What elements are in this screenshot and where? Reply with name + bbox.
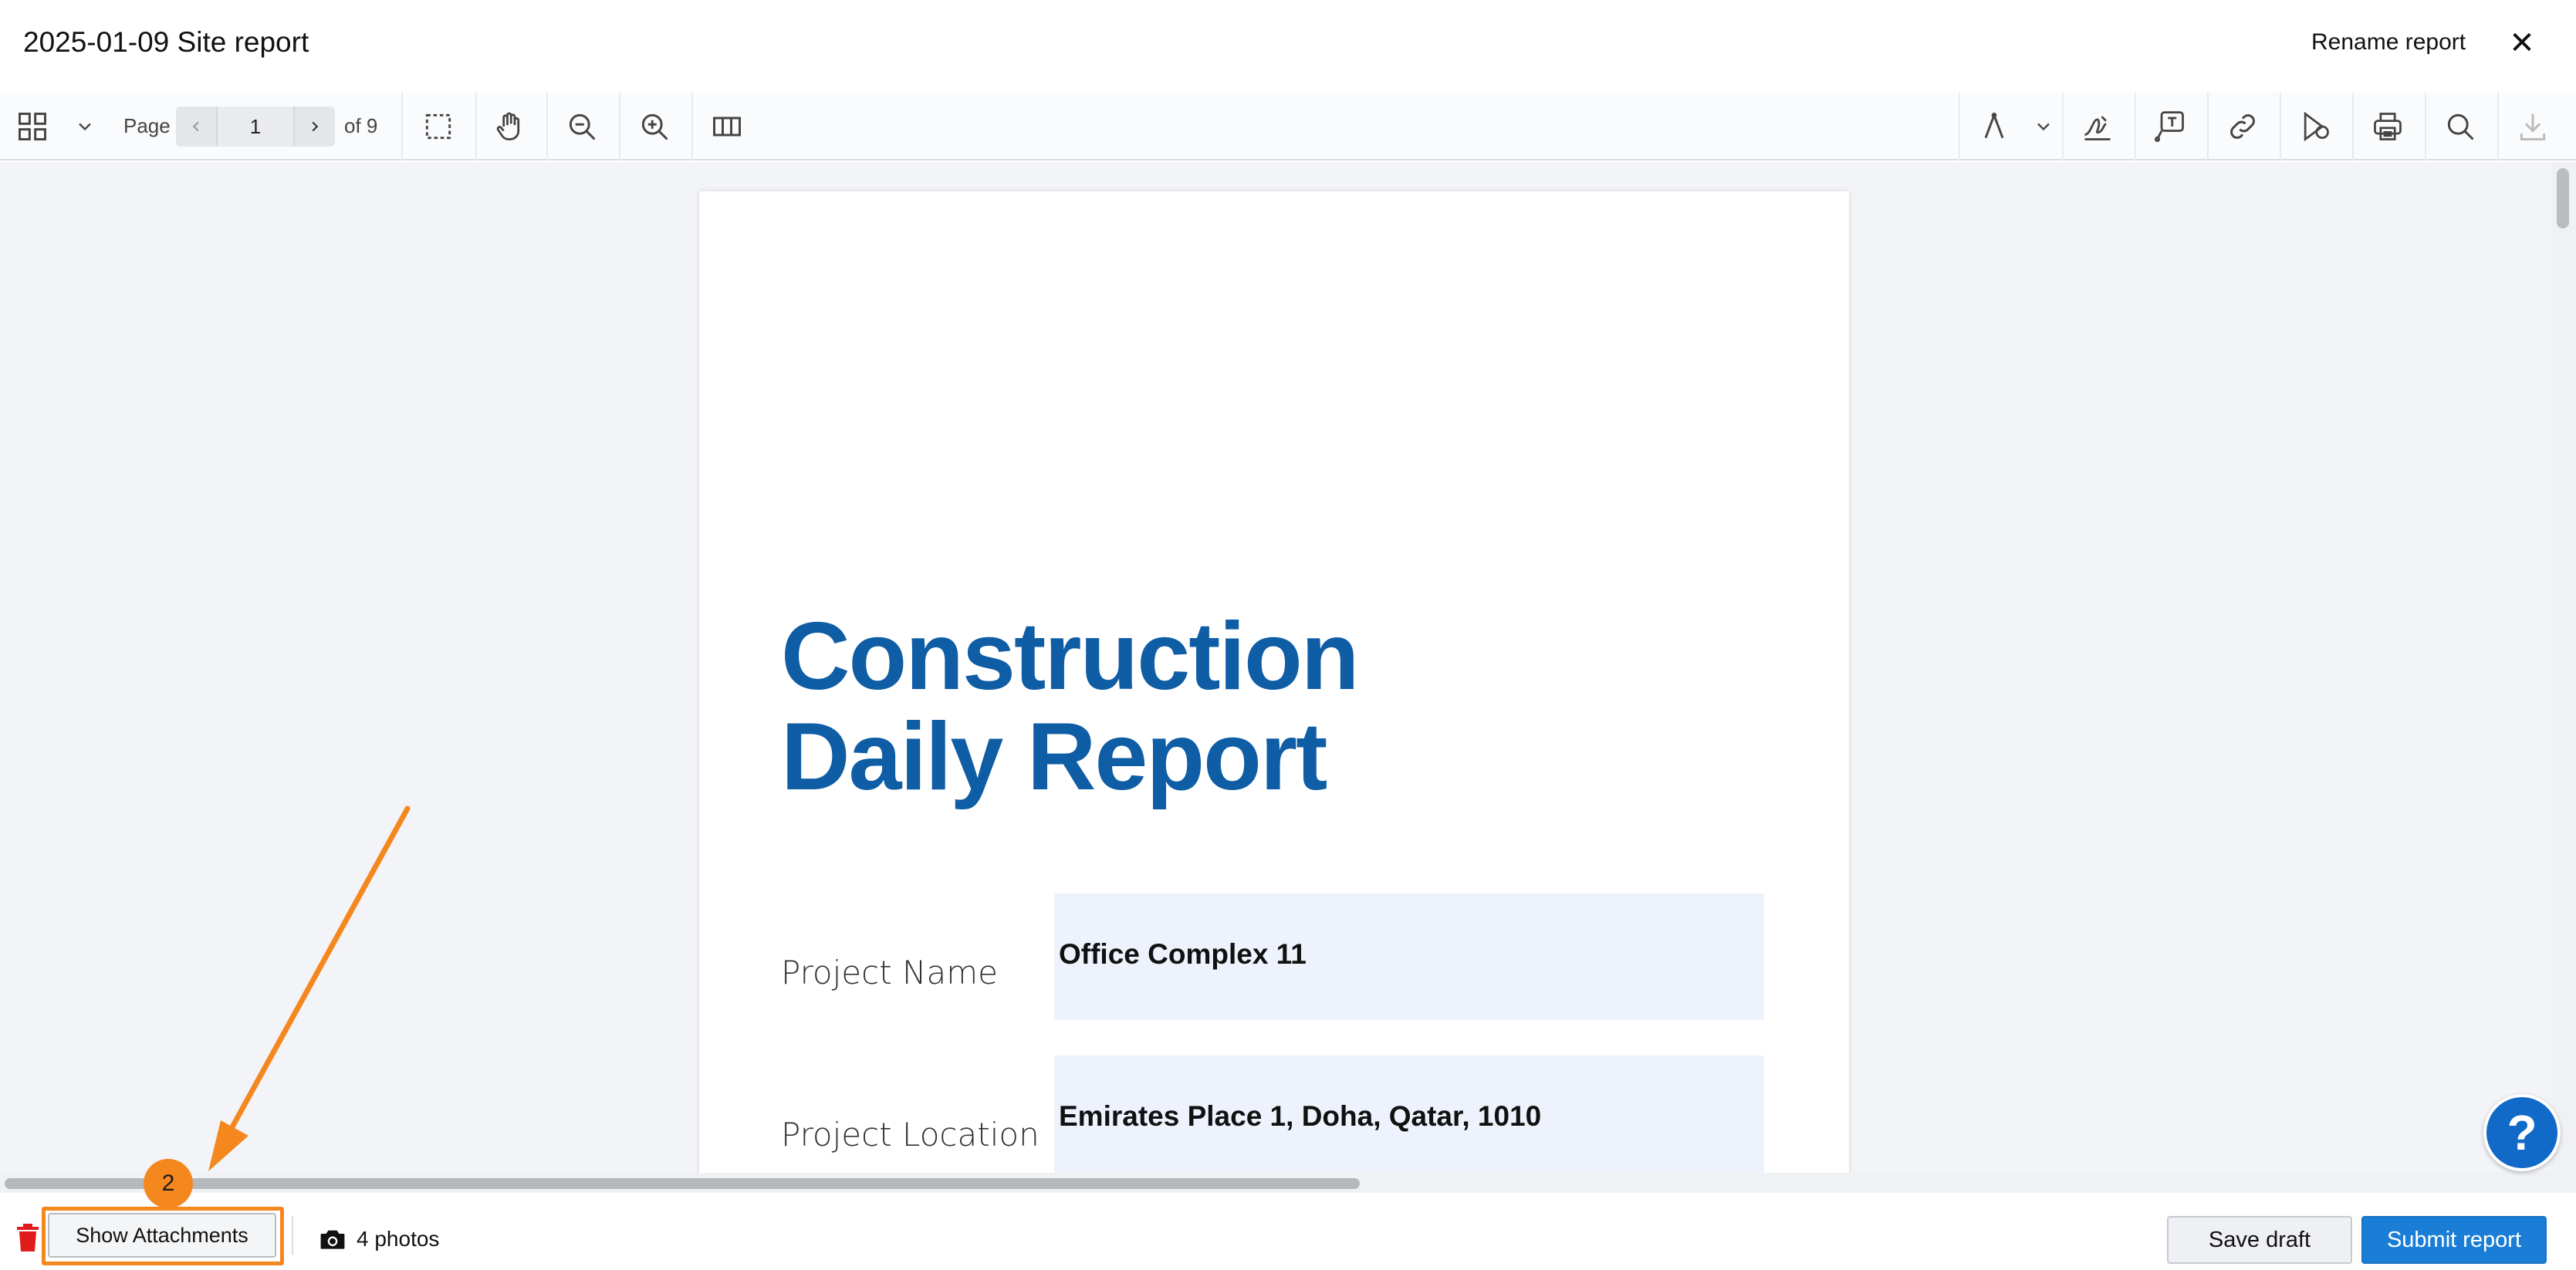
vertical-scrollbar[interactable] <box>2551 162 2576 1173</box>
chevron-right-icon <box>312 121 319 132</box>
toolbar-divider <box>2497 93 2499 160</box>
project-name-field: Office Complex 11 <box>1054 893 1764 1020</box>
toolbar-divider <box>2352 93 2354 160</box>
chevron-down-icon[interactable] <box>2033 116 2054 137</box>
submit-report-button[interactable]: Submit report <box>2361 1216 2547 1264</box>
annotation-highlight-box <box>42 1207 284 1265</box>
toolbar-divider <box>691 93 693 160</box>
footer-divider <box>292 1216 293 1255</box>
pan-hand-icon[interactable] <box>488 105 531 148</box>
save-draft-button[interactable]: Save draft <box>2167 1216 2352 1264</box>
marquee-select-icon[interactable] <box>417 105 460 148</box>
download-icon[interactable] <box>2511 105 2554 148</box>
draw-tool-icon[interactable] <box>1973 105 2016 148</box>
chevron-down-icon[interactable] <box>74 116 96 137</box>
document-title: Construction Daily Report <box>781 606 1553 807</box>
two-page-view-icon[interactable] <box>705 105 749 148</box>
link-icon[interactable] <box>2221 105 2264 148</box>
total-pages-label: of 9 <box>344 114 378 137</box>
help-button[interactable]: ? <box>2483 1094 2561 1171</box>
document-viewer[interactable]: Construction Daily Report Project Name O… <box>0 162 2551 1173</box>
signature-icon[interactable] <box>2076 105 2119 148</box>
toolbar-divider <box>2135 93 2136 160</box>
toolbar-divider <box>2207 93 2209 160</box>
photos-count[interactable]: 4 photos <box>357 1227 439 1251</box>
next-page-button[interactable] <box>295 106 335 147</box>
page-number-input[interactable]: 1 <box>216 106 295 147</box>
toolbar-divider <box>2280 93 2281 160</box>
camera-icon <box>320 1230 345 1249</box>
shapes-icon[interactable] <box>2294 105 2337 148</box>
horizontal-scrollbar[interactable] <box>0 1173 2576 1193</box>
project-name-value: Office Complex 11 <box>1059 938 1307 970</box>
toolbar-divider <box>2425 93 2426 160</box>
toolbar-divider <box>475 93 477 160</box>
toolbar-divider <box>401 93 403 160</box>
toolbar-divider <box>2062 93 2064 160</box>
pdf-toolbar: Page 1 of 9 <box>0 93 2576 160</box>
report-title: 2025-01-09 Site report <box>23 26 309 58</box>
page-navigator: 1 <box>176 106 335 147</box>
footer-bar: Show Attachments 4 photos Save draft Sub… <box>0 1193 2576 1270</box>
project-location-value: Emirates Place 1, Doha, Qatar, 1010 <box>1059 1100 1542 1132</box>
vertical-scroll-thumb[interactable] <box>2557 168 2569 228</box>
search-icon[interactable] <box>2439 105 2482 148</box>
rename-report-button[interactable]: Rename report <box>2311 29 2466 56</box>
report-viewer-app: 2025-01-09 Site report Rename report ✕ P… <box>0 0 2576 1270</box>
previous-page-button[interactable] <box>176 106 216 147</box>
step-number-badge: 2 <box>144 1159 193 1208</box>
toolbar-divider <box>619 93 620 160</box>
document-title-line-2: Daily Report <box>781 704 1327 810</box>
document-title-line-1: Construction <box>781 603 1360 710</box>
close-button[interactable]: ✕ <box>2507 20 2537 66</box>
project-location-field: Emirates Place 1, Doha, Qatar, 1010 <box>1054 1056 1764 1173</box>
title-bar: 2025-01-09 Site report Rename report ✕ <box>0 0 2576 93</box>
zoom-in-icon[interactable] <box>633 105 676 148</box>
delete-icon[interactable] <box>15 1222 40 1253</box>
project-location-label: Project Location <box>781 1116 1040 1153</box>
horizontal-scroll-thumb[interactable] <box>5 1178 1360 1189</box>
zoom-out-icon[interactable] <box>560 105 603 148</box>
chevron-left-icon <box>192 121 199 132</box>
page-label: Page <box>123 114 171 137</box>
project-name-label: Project Name <box>781 954 998 991</box>
thumbnails-icon[interactable] <box>11 105 54 148</box>
print-icon[interactable] <box>2366 105 2409 148</box>
pdf-page: Construction Daily Report Project Name O… <box>699 191 1849 1173</box>
toolbar-divider <box>1959 93 1960 160</box>
toolbar-divider <box>546 93 548 160</box>
text-comment-icon[interactable] <box>2148 105 2192 148</box>
